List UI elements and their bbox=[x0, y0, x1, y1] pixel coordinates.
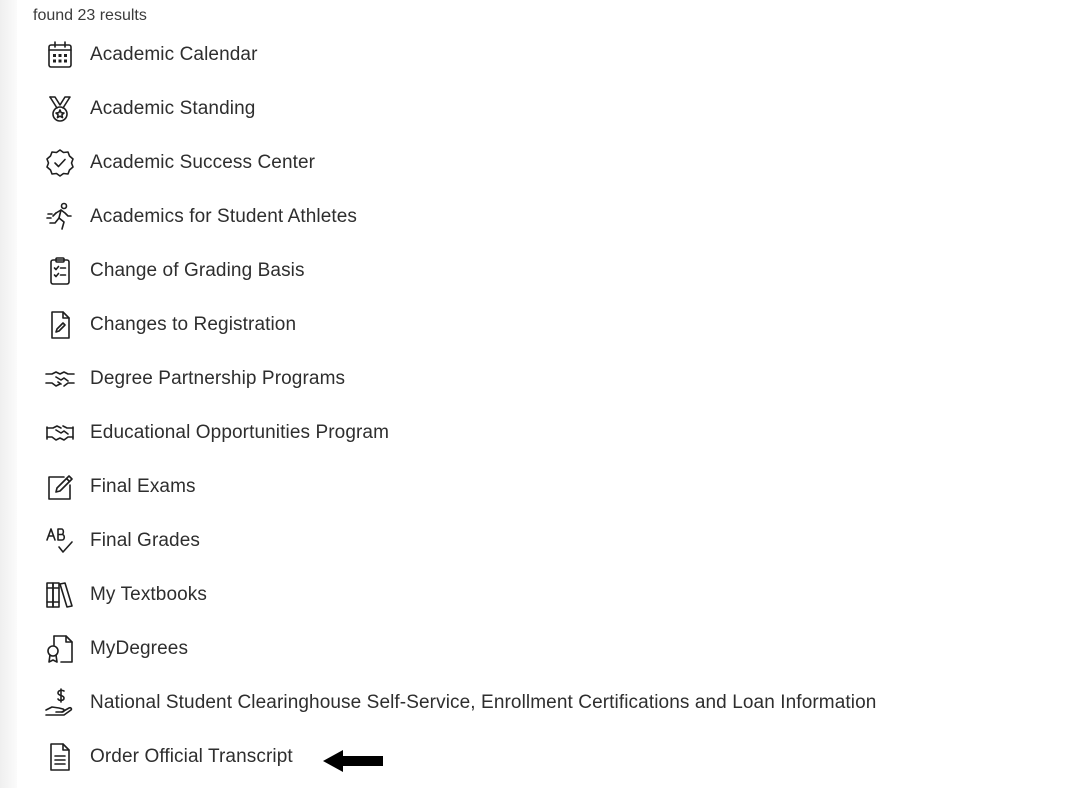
result-item-academic-calendar[interactable]: Academic Calendar bbox=[42, 28, 876, 82]
result-item-academic-success-center[interactable]: Academic Success Center bbox=[42, 136, 876, 190]
result-item-my-textbooks[interactable]: My Textbooks bbox=[42, 568, 876, 622]
result-label: Degree Partnership Programs bbox=[90, 368, 346, 389]
result-label: Academic Success Center bbox=[90, 152, 316, 173]
results-list: Academic Calendar Academic Standing Acad… bbox=[42, 28, 876, 784]
clipboard-checklist-icon bbox=[42, 253, 78, 289]
runner-icon bbox=[42, 199, 78, 235]
result-item-mydegrees[interactable]: MyDegrees bbox=[42, 622, 876, 676]
result-label: National Student Clearinghouse Self-Serv… bbox=[90, 692, 877, 713]
medal-icon bbox=[42, 91, 78, 127]
result-label: My Textbooks bbox=[90, 584, 208, 605]
result-label: Final Grades bbox=[90, 530, 200, 551]
result-label: Educational Opportunities Program bbox=[90, 422, 390, 443]
result-label: Order Official Transcript bbox=[90, 746, 293, 767]
result-item-academic-standing[interactable]: Academic Standing bbox=[42, 82, 876, 136]
search-results-page: found 23 results Academic Calendar Acade… bbox=[0, 0, 1089, 788]
document-lines-icon bbox=[42, 739, 78, 775]
ab-check-icon bbox=[42, 523, 78, 559]
document-edit-icon bbox=[42, 307, 78, 343]
hand-dollar-icon bbox=[42, 685, 78, 721]
result-label: Academics for Student Athletes bbox=[90, 206, 358, 227]
result-label: Academic Calendar bbox=[90, 44, 258, 65]
result-item-final-exams[interactable]: Final Exams bbox=[42, 460, 876, 514]
result-item-academics-for-student-athletes[interactable]: Academics for Student Athletes bbox=[42, 190, 876, 244]
handshake-icon bbox=[42, 361, 78, 397]
books-icon bbox=[42, 577, 78, 613]
left-rail bbox=[0, 0, 17, 788]
calendar-icon bbox=[42, 37, 78, 73]
result-label: Academic Standing bbox=[90, 98, 256, 119]
handshake-bold-icon bbox=[42, 415, 78, 451]
badge-check-icon bbox=[42, 145, 78, 181]
result-item-order-official-transcript[interactable]: Order Official Transcript bbox=[42, 730, 876, 784]
diploma-icon bbox=[42, 631, 78, 667]
result-item-change-of-grading-basis[interactable]: Change of Grading Basis bbox=[42, 244, 876, 298]
pencil-square-icon bbox=[42, 469, 78, 505]
left-arrow-icon bbox=[323, 750, 383, 772]
result-label: Change of Grading Basis bbox=[90, 260, 305, 281]
result-item-educational-opportunities-program[interactable]: Educational Opportunities Program bbox=[42, 406, 876, 460]
result-label: Final Exams bbox=[90, 476, 196, 497]
results-count: found 23 results bbox=[33, 7, 147, 24]
result-item-final-grades[interactable]: Final Grades bbox=[42, 514, 876, 568]
result-item-degree-partnership-programs[interactable]: Degree Partnership Programs bbox=[42, 352, 876, 406]
result-item-changes-to-registration[interactable]: Changes to Registration bbox=[42, 298, 876, 352]
result-label: MyDegrees bbox=[90, 638, 189, 659]
result-label: Changes to Registration bbox=[90, 314, 297, 335]
result-item-national-student-clearinghouse[interactable]: National Student Clearinghouse Self-Serv… bbox=[42, 676, 876, 730]
